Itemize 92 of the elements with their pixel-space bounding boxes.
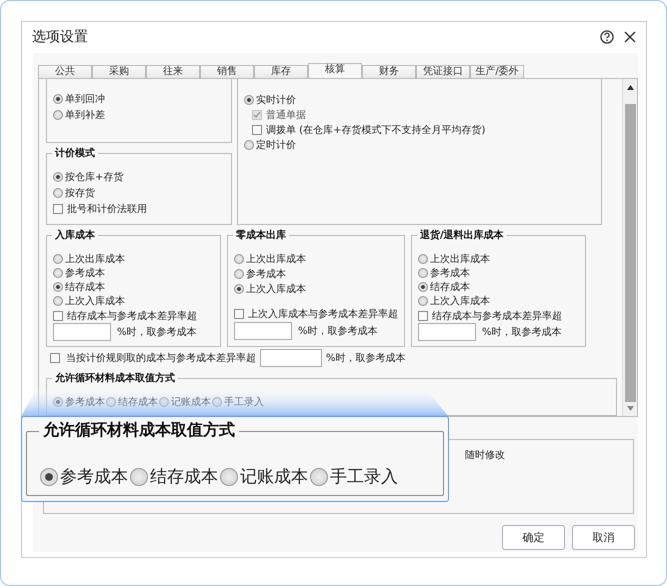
option-label: 实时计价 xyxy=(256,94,296,107)
option-label: 记账成本 xyxy=(171,396,211,409)
help-icon[interactable] xyxy=(600,30,614,44)
radio-button[interactable] xyxy=(244,140,254,150)
option-label: 结存成本与参考成本差异率超 xyxy=(67,310,197,323)
radio-button[interactable] xyxy=(53,94,63,104)
option-label: 结存成本与参考成本差异率超 xyxy=(432,310,562,323)
radio-button[interactable] xyxy=(53,254,63,264)
option-label: 单到补差 xyxy=(65,108,105,122)
checkbox[interactable] xyxy=(53,204,63,214)
tab[interactable]: 库存 xyxy=(254,65,308,78)
option-label: 按仓库+存货 xyxy=(65,170,124,184)
up-arrow-icon[interactable] xyxy=(626,85,634,90)
option-label: 结存成本 xyxy=(150,466,218,488)
radio-button[interactable] xyxy=(53,296,63,306)
tab[interactable]: 凭证接口 xyxy=(416,65,470,78)
group-title: 零成本出库 xyxy=(233,228,289,242)
option-label: 批号和计价法联用 xyxy=(67,202,147,216)
option-label: 定时计价 xyxy=(256,138,296,152)
radio-button[interactable] xyxy=(130,468,148,486)
tab[interactable]: 财务 xyxy=(362,65,416,78)
option-label: 上次出库成本 xyxy=(65,252,125,266)
radio-button[interactable] xyxy=(418,268,428,278)
tab[interactable]: 采购 xyxy=(92,65,146,78)
radio-button[interactable] xyxy=(53,268,63,278)
radio-button[interactable] xyxy=(244,95,254,105)
radio-button[interactable] xyxy=(418,282,428,292)
suffix-label: %时，取参考成本 xyxy=(326,352,406,365)
radio-button[interactable] xyxy=(53,188,63,198)
tab[interactable]: 生产/委外 xyxy=(470,65,524,78)
radio-button[interactable] xyxy=(40,468,58,486)
checkbox[interactable] xyxy=(50,353,60,363)
group-title: 退货/退料出库成本 xyxy=(417,228,507,242)
radio-button[interactable] xyxy=(220,468,238,486)
radio-button[interactable] xyxy=(53,172,63,182)
suffix-label: %时，取参考成本 xyxy=(298,324,378,338)
radio-button[interactable] xyxy=(234,269,244,279)
radio-button[interactable] xyxy=(418,254,428,264)
option-label: 普通单据 xyxy=(266,108,306,122)
option-label: 参考成本 xyxy=(60,466,128,488)
suffix-label: %时，取参考成本 xyxy=(482,326,562,339)
checkbox[interactable] xyxy=(252,125,262,135)
tab[interactable]: 销售 xyxy=(200,65,254,78)
group-title: 允许循环材料成本取值方式 xyxy=(52,371,178,385)
tab[interactable]: 核算 xyxy=(308,63,362,78)
checkbox[interactable] xyxy=(53,310,63,321)
option-label: 单到回冲 xyxy=(65,92,105,106)
option-label: 上次出库成本 xyxy=(246,252,306,266)
option-label: 参考成本 xyxy=(246,268,286,281)
option-label: 上次入库成本 xyxy=(246,282,306,296)
option-label: 记账成本 xyxy=(240,466,308,488)
note-text: 随时修改 xyxy=(465,448,505,463)
option-label: 上次入库成本与参考成本差异率超 xyxy=(248,308,398,321)
down-arrow-icon[interactable] xyxy=(626,406,634,411)
percent-field[interactable] xyxy=(234,322,292,340)
percent-field[interactable] xyxy=(418,322,476,341)
option-label: 参考成本 xyxy=(65,266,105,280)
scroll-thumb[interactable] xyxy=(624,104,636,402)
option-label: 结存成本 xyxy=(118,396,158,409)
radio-button[interactable] xyxy=(53,282,63,292)
option-label: 手工录入 xyxy=(224,396,264,409)
percent-field[interactable] xyxy=(260,349,322,367)
option-label: 参考成本 xyxy=(65,396,105,409)
option-label: 参考成本 xyxy=(430,266,470,280)
radio-button[interactable] xyxy=(234,254,244,264)
radio-button[interactable] xyxy=(234,284,244,294)
option-label: 调拨单 (在仓库+存货模式下不支持全月平均存货) xyxy=(266,124,486,137)
suffix-label: %时，取参考成本 xyxy=(117,326,197,339)
window-title: 选项设置 xyxy=(32,28,89,46)
tab[interactable]: 公共 xyxy=(38,65,92,78)
option-label: 结存成本 xyxy=(430,280,470,294)
dialog-button[interactable]: 确定 xyxy=(502,525,565,550)
tab[interactable]: 往来 xyxy=(146,65,200,78)
group-title: 入库成本 xyxy=(52,228,98,242)
checkbox[interactable] xyxy=(418,310,428,321)
scrollbar[interactable] xyxy=(622,79,637,416)
dialog-button[interactable]: 取消 xyxy=(572,525,635,550)
option-label: 当按计价规则取的成本与参考成本差异率超 xyxy=(66,352,256,365)
close-icon[interactable] xyxy=(624,31,636,43)
option-label: 按存货 xyxy=(65,186,95,200)
checkmark-icon xyxy=(253,111,261,119)
percent-field[interactable] xyxy=(53,322,111,341)
option-label: 上次入库成本 xyxy=(65,294,125,308)
option-label: 上次入库成本 xyxy=(430,294,490,308)
group-title: 计价模式 xyxy=(52,146,98,160)
checkbox[interactable] xyxy=(234,309,244,319)
radio-button[interactable] xyxy=(53,110,63,120)
option-label: 手工录入 xyxy=(330,466,398,488)
option-label: 上次出库成本 xyxy=(430,252,490,266)
radio-button[interactable] xyxy=(418,296,428,306)
option-label: 结存成本 xyxy=(65,280,105,294)
radio-button[interactable] xyxy=(310,468,328,486)
